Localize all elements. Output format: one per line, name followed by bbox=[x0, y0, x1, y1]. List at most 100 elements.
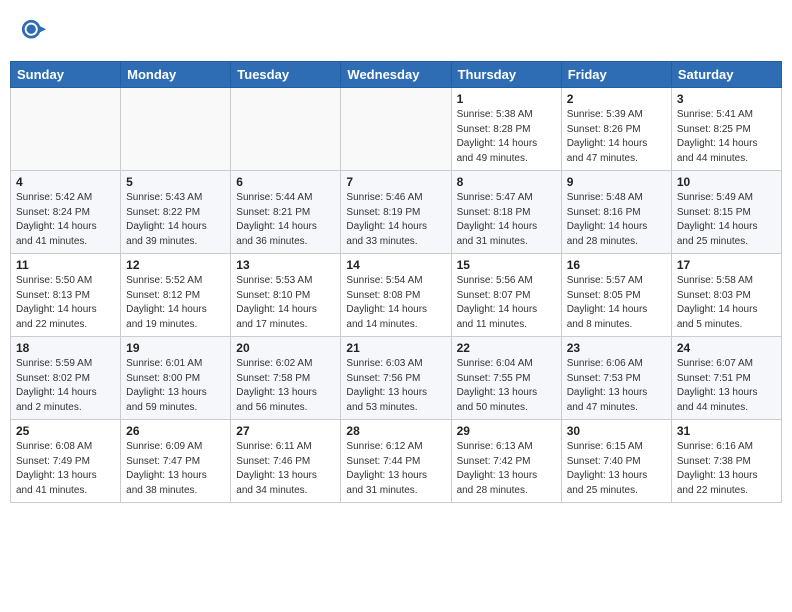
day-number: 19 bbox=[126, 341, 225, 355]
day-number: 29 bbox=[457, 424, 556, 438]
calendar-cell: 10 Sunrise: 5:49 AM Sunset: 8:15 PM Dayli… bbox=[671, 171, 781, 254]
calendar-cell: 9 Sunrise: 5:48 AM Sunset: 8:16 PM Daylig… bbox=[561, 171, 671, 254]
day-info: Sunrise: 5:58 AM Sunset: 8:03 PM Dayligh… bbox=[677, 274, 776, 332]
day-info: Sunrise: 5:50 AM Sunset: 8:13 PM Dayligh… bbox=[16, 274, 115, 332]
calendar-week-row: 1 Sunrise: 5:38 AM Sunset: 8:28 PM Daylig… bbox=[11, 88, 782, 171]
calendar-cell: 20 Sunrise: 6:02 AM Sunset: 7:58 PM Dayli… bbox=[231, 337, 341, 420]
day-number: 8 bbox=[457, 175, 556, 189]
day-info: Sunrise: 6:01 AM Sunset: 8:00 PM Dayligh… bbox=[126, 357, 225, 415]
calendar-cell: 12 Sunrise: 5:52 AM Sunset: 8:12 PM Dayli… bbox=[121, 254, 231, 337]
calendar-cell: 5 Sunrise: 5:43 AM Sunset: 8:22 PM Daylig… bbox=[121, 171, 231, 254]
day-of-week-header: Thursday bbox=[451, 62, 561, 88]
day-info: Sunrise: 5:38 AM Sunset: 8:28 PM Dayligh… bbox=[457, 108, 556, 166]
day-info: Sunrise: 5:44 AM Sunset: 8:21 PM Dayligh… bbox=[236, 191, 335, 249]
calendar-cell: 1 Sunrise: 5:38 AM Sunset: 8:28 PM Daylig… bbox=[451, 88, 561, 171]
day-number: 15 bbox=[457, 258, 556, 272]
calendar-cell: 21 Sunrise: 6:03 AM Sunset: 7:56 PM Dayli… bbox=[341, 337, 451, 420]
day-info: Sunrise: 5:54 AM Sunset: 8:08 PM Dayligh… bbox=[346, 274, 445, 332]
calendar-week-row: 11 Sunrise: 5:50 AM Sunset: 8:13 PM Dayli… bbox=[11, 254, 782, 337]
day-info: Sunrise: 6:08 AM Sunset: 7:49 PM Dayligh… bbox=[16, 440, 115, 498]
calendar-cell: 13 Sunrise: 5:53 AM Sunset: 8:10 PM Dayli… bbox=[231, 254, 341, 337]
day-info: Sunrise: 5:53 AM Sunset: 8:10 PM Dayligh… bbox=[236, 274, 335, 332]
day-info: Sunrise: 6:15 AM Sunset: 7:40 PM Dayligh… bbox=[567, 440, 666, 498]
calendar-cell: 27 Sunrise: 6:11 AM Sunset: 7:46 PM Dayli… bbox=[231, 420, 341, 503]
day-info: Sunrise: 5:56 AM Sunset: 8:07 PM Dayligh… bbox=[457, 274, 556, 332]
day-number: 13 bbox=[236, 258, 335, 272]
calendar-cell: 31 Sunrise: 6:16 AM Sunset: 7:38 PM Dayli… bbox=[671, 420, 781, 503]
day-number: 27 bbox=[236, 424, 335, 438]
day-info: Sunrise: 6:03 AM Sunset: 7:56 PM Dayligh… bbox=[346, 357, 445, 415]
calendar-cell: 16 Sunrise: 5:57 AM Sunset: 8:05 PM Dayli… bbox=[561, 254, 671, 337]
day-info: Sunrise: 5:41 AM Sunset: 8:25 PM Dayligh… bbox=[677, 108, 776, 166]
calendar-cell: 8Sunrise: 5:47 AM Sunset: 8:18 PM Daylig… bbox=[451, 171, 561, 254]
calendar-cell: 4Sunrise: 5:42 AM Sunset: 8:24 PM Daylig… bbox=[11, 171, 121, 254]
day-of-week-header: Wednesday bbox=[341, 62, 451, 88]
calendar-cell bbox=[11, 88, 121, 171]
day-number: 16 bbox=[567, 258, 666, 272]
calendar-cell: 25 Sunrise: 6:08 AM Sunset: 7:49 PM Dayli… bbox=[11, 420, 121, 503]
day-info: Sunrise: 6:04 AM Sunset: 7:55 PM Dayligh… bbox=[457, 357, 556, 415]
calendar-cell: 17 Sunrise: 5:58 AM Sunset: 8:03 PM Dayli… bbox=[671, 254, 781, 337]
day-of-week-header: Friday bbox=[561, 62, 671, 88]
day-number: 22 bbox=[457, 341, 556, 355]
day-info: Sunrise: 5:39 AM Sunset: 8:26 PM Dayligh… bbox=[567, 108, 666, 166]
day-info: Sunrise: 5:49 AM Sunset: 8:15 PM Dayligh… bbox=[677, 191, 776, 249]
calendar-cell: 18 Sunrise: 5:59 AM Sunset: 8:02 PM Dayli… bbox=[11, 337, 121, 420]
day-number: 2 bbox=[567, 92, 666, 106]
day-number: 4 bbox=[16, 175, 115, 189]
calendar-cell: 2 Sunrise: 5:39 AM Sunset: 8:26 PM Daylig… bbox=[561, 88, 671, 171]
day-number: 10 bbox=[677, 175, 776, 189]
day-number: 21 bbox=[346, 341, 445, 355]
day-number: 18 bbox=[16, 341, 115, 355]
calendar-cell: 24Sunrise: 6:07 AM Sunset: 7:51 PM Dayli… bbox=[671, 337, 781, 420]
day-number: 12 bbox=[126, 258, 225, 272]
day-info: Sunrise: 5:59 AM Sunset: 8:02 PM Dayligh… bbox=[16, 357, 115, 415]
day-number: 14 bbox=[346, 258, 445, 272]
logo bbox=[20, 18, 52, 51]
calendar-cell: 23 Sunrise: 6:06 AM Sunset: 7:53 PM Dayli… bbox=[561, 337, 671, 420]
calendar-header-row: SundayMondayTuesdayWednesdayThursdayFrid… bbox=[11, 62, 782, 88]
day-info: Sunrise: 6:16 AM Sunset: 7:38 PM Dayligh… bbox=[677, 440, 776, 498]
day-number: 5 bbox=[126, 175, 225, 189]
day-of-week-header: Saturday bbox=[671, 62, 781, 88]
day-number: 30 bbox=[567, 424, 666, 438]
calendar-cell: 26 Sunrise: 6:09 AM Sunset: 7:47 PM Dayli… bbox=[121, 420, 231, 503]
calendar-table: SundayMondayTuesdayWednesdayThursdayFrid… bbox=[10, 61, 782, 503]
calendar-cell: 15 Sunrise: 5:56 AM Sunset: 8:07 PM Dayli… bbox=[451, 254, 561, 337]
day-number: 9 bbox=[567, 175, 666, 189]
day-info: Sunrise: 6:02 AM Sunset: 7:58 PM Dayligh… bbox=[236, 357, 335, 415]
day-number: 11 bbox=[16, 258, 115, 272]
calendar-cell: 7Sunrise: 5:46 AM Sunset: 8:19 PM Daylig… bbox=[341, 171, 451, 254]
calendar-cell bbox=[121, 88, 231, 171]
calendar-cell: 22 Sunrise: 6:04 AM Sunset: 7:55 PM Dayli… bbox=[451, 337, 561, 420]
day-of-week-header: Sunday bbox=[11, 62, 121, 88]
day-info: Sunrise: 6:11 AM Sunset: 7:46 PM Dayligh… bbox=[236, 440, 335, 498]
calendar-cell: 28Sunrise: 6:12 AM Sunset: 7:44 PM Dayli… bbox=[341, 420, 451, 503]
day-number: 31 bbox=[677, 424, 776, 438]
day-info: Sunrise: 6:12 AM Sunset: 7:44 PM Dayligh… bbox=[346, 440, 445, 498]
day-info: Sunrise: 5:43 AM Sunset: 8:22 PM Dayligh… bbox=[126, 191, 225, 249]
day-info: Sunrise: 5:57 AM Sunset: 8:05 PM Dayligh… bbox=[567, 274, 666, 332]
day-info: Sunrise: 5:48 AM Sunset: 8:16 PM Dayligh… bbox=[567, 191, 666, 249]
calendar-cell bbox=[341, 88, 451, 171]
calendar-cell: 6Sunrise: 5:44 AM Sunset: 8:21 PM Daylig… bbox=[231, 171, 341, 254]
day-number: 1 bbox=[457, 92, 556, 106]
calendar-week-row: 25 Sunrise: 6:08 AM Sunset: 7:49 PM Dayli… bbox=[11, 420, 782, 503]
day-number: 25 bbox=[16, 424, 115, 438]
calendar-cell: 14 Sunrise: 5:54 AM Sunset: 8:08 PM Dayli… bbox=[341, 254, 451, 337]
day-of-week-header: Monday bbox=[121, 62, 231, 88]
day-number: 17 bbox=[677, 258, 776, 272]
calendar-week-row: 4Sunrise: 5:42 AM Sunset: 8:24 PM Daylig… bbox=[11, 171, 782, 254]
page-header bbox=[10, 10, 782, 57]
day-info: Sunrise: 6:09 AM Sunset: 7:47 PM Dayligh… bbox=[126, 440, 225, 498]
day-number: 20 bbox=[236, 341, 335, 355]
day-number: 23 bbox=[567, 341, 666, 355]
day-number: 26 bbox=[126, 424, 225, 438]
day-info: Sunrise: 5:52 AM Sunset: 8:12 PM Dayligh… bbox=[126, 274, 225, 332]
calendar-cell: 29 Sunrise: 6:13 AM Sunset: 7:42 PM Dayli… bbox=[451, 420, 561, 503]
logo-icon bbox=[20, 18, 48, 51]
calendar-week-row: 18 Sunrise: 5:59 AM Sunset: 8:02 PM Dayli… bbox=[11, 337, 782, 420]
day-info: Sunrise: 6:13 AM Sunset: 7:42 PM Dayligh… bbox=[457, 440, 556, 498]
day-info: Sunrise: 5:46 AM Sunset: 8:19 PM Dayligh… bbox=[346, 191, 445, 249]
day-info: Sunrise: 6:06 AM Sunset: 7:53 PM Dayligh… bbox=[567, 357, 666, 415]
